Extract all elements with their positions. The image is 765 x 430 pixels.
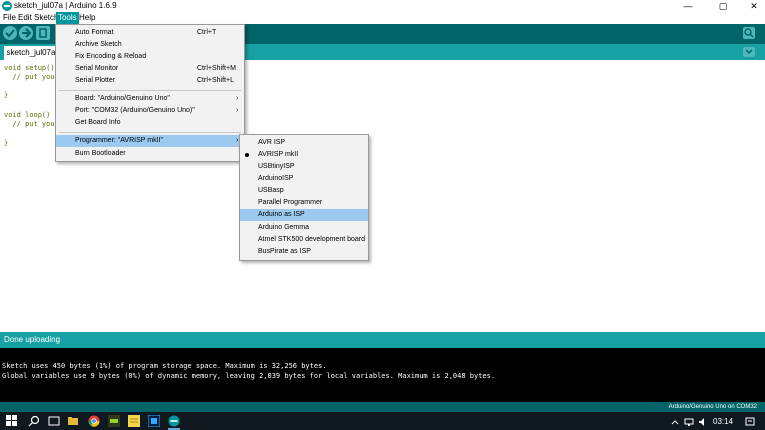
- file-explorer-icon[interactable]: [67, 415, 79, 427]
- serial-monitor-button[interactable]: [743, 27, 755, 39]
- menu-item-label: Parallel Programmer: [258, 199, 323, 206]
- photoshop-icon[interactable]: [147, 414, 161, 428]
- menu-item-label: Burn Bootloader: [75, 150, 126, 157]
- close-button[interactable]: ✕: [743, 0, 765, 12]
- arrow-right-icon: [22, 28, 32, 38]
- new-sketch-button[interactable]: [36, 26, 50, 40]
- system-tray-chevron-icon[interactable]: [670, 417, 680, 427]
- status-text: Done uploading: [4, 335, 61, 344]
- maximize-button[interactable]: ▢: [712, 0, 734, 12]
- menu-item-programmer[interactable]: Programmer: "AVRISP mkII" ›: [56, 135, 244, 147]
- programmer-option[interactable]: ArduinoISP: [240, 173, 368, 185]
- search-icon[interactable]: [28, 415, 40, 427]
- checkmark-icon: [5, 29, 15, 38]
- menu-item-label: Serial Monitor: [75, 65, 119, 72]
- tab-sketch[interactable]: sketch_jul07a: [4, 46, 58, 60]
- menu-item-label: Arduino Gemma: [258, 224, 309, 231]
- code-line: // put your: [4, 120, 59, 128]
- footer-bar: [0, 402, 765, 412]
- programmer-option-selected[interactable]: AVRISP mkII: [240, 149, 368, 161]
- window-title: sketch_jul07a | Arduino 1.6.9: [14, 1, 117, 10]
- board-port-label: Arduino/Genuino Uno on COM32: [668, 404, 757, 410]
- magnifier-icon: [744, 28, 754, 38]
- menu-item-label: Port: "COM32 (Arduino/Genuino Uno)": [75, 107, 195, 114]
- menu-tools[interactable]: Tools: [56, 12, 79, 24]
- programmer-submenu: AVR ISP AVRISP mkII USBtinyISP ArduinoIS…: [239, 134, 369, 261]
- menu-item-label: Board: "Arduino/Genuino Uno": [75, 95, 170, 102]
- menu-item-shortcut: Ctrl+Shift+M: [197, 65, 236, 72]
- submenu-arrow-icon: ›: [236, 95, 239, 102]
- task-view-icon[interactable]: [48, 415, 60, 427]
- menu-item-label: BusPirate as ISP: [258, 248, 311, 255]
- chrome-icon[interactable]: [88, 415, 100, 427]
- menu-item-label: Atmel STK500 development board: [258, 236, 366, 243]
- menu-item-serial-monitor[interactable]: Serial Monitor Ctrl+Shift+M: [56, 63, 244, 75]
- code-line: }: [4, 91, 9, 99]
- taskbar-clock[interactable]: 03:14: [713, 417, 733, 426]
- code-line: // put your: [4, 73, 59, 81]
- programmer-option[interactable]: Parallel Programmer: [240, 197, 368, 209]
- verify-button[interactable]: [3, 26, 17, 40]
- menu-item-serial-plotter[interactable]: Serial Plotter Ctrl+Shift+L: [56, 75, 244, 87]
- submenu-arrow-icon: ›: [236, 137, 239, 144]
- upload-button[interactable]: [19, 26, 33, 40]
- sticky-notes-icon[interactable]: [128, 415, 140, 427]
- programmer-option[interactable]: Atmel STK500 development board: [240, 234, 368, 246]
- submenu-arrow-icon: ›: [236, 107, 239, 114]
- console-output: Sketch uses 450 bytes (1%) of program st…: [0, 348, 765, 402]
- menu-item-shortcut: Ctrl+T: [197, 29, 217, 36]
- tools-menu: Auto Format Ctrl+T Archive Sketch Fix En…: [55, 24, 245, 162]
- new-file-icon: [39, 28, 47, 38]
- menu-item-label: Get Board Info: [75, 119, 121, 126]
- menu-item-get-board-info[interactable]: Get Board Info: [56, 117, 244, 129]
- menu-item-label: Serial Plotter: [75, 77, 116, 84]
- console-line: Global variables use 9 bytes (0%) of dyn…: [2, 372, 496, 380]
- menu-item-port[interactable]: Port: "COM32 (Arduino/Genuino Uno)" ›: [56, 105, 244, 117]
- media-encoder-icon[interactable]: [108, 415, 120, 427]
- programmer-option[interactable]: AVR ISP: [240, 137, 368, 149]
- menu-item-label: Fix Encoding & Reload: [75, 53, 147, 60]
- menu-bar: [0, 12, 765, 24]
- menu-item-fix-encoding[interactable]: Fix Encoding & Reload: [56, 51, 244, 63]
- programmer-option[interactable]: Arduino Gemma: [240, 222, 368, 234]
- menu-item-label: Archive Sketch: [75, 41, 122, 48]
- menu-item-shortcut: Ctrl+Shift+L: [197, 77, 234, 84]
- menu-item-label: Auto Format: [75, 29, 114, 36]
- radio-selected-icon: [245, 153, 249, 157]
- menu-item-label: Arduino as ISP: [258, 211, 305, 218]
- chevron-down-icon: [745, 49, 753, 55]
- arduino-logo-icon: [2, 1, 12, 11]
- tab-menu-button[interactable]: [743, 47, 755, 57]
- menu-item-board[interactable]: Board: "Arduino/Genuino Uno" ›: [56, 93, 244, 105]
- menu-item-label: Programmer: "AVRISP mkII": [75, 137, 163, 144]
- menu-item-label: ArduinoISP: [258, 175, 294, 182]
- volume-icon[interactable]: [698, 417, 708, 427]
- menu-item-label: AVRISP mkII: [258, 151, 299, 158]
- menu-item-label: AVR ISP: [258, 139, 286, 146]
- menu-separator: [59, 132, 241, 133]
- menu-item-auto-format[interactable]: Auto Format Ctrl+T: [56, 27, 244, 39]
- menu-item-burn-bootloader[interactable]: Burn Bootloader: [56, 148, 244, 160]
- status-bar: [0, 332, 765, 348]
- menu-separator: [59, 90, 241, 91]
- menu-item-label: USBtinyISP: [258, 163, 295, 170]
- windows-start-icon[interactable]: [6, 415, 18, 427]
- menu-help[interactable]: Help: [77, 12, 97, 24]
- code-line: }: [4, 139, 9, 147]
- programmer-option[interactable]: USBasp: [240, 185, 368, 197]
- programmer-option-hovered[interactable]: Arduino as ISP: [240, 209, 368, 221]
- arduino-taskbar-icon[interactable]: [168, 415, 180, 427]
- console-line: Sketch uses 450 bytes (1%) of program st…: [2, 362, 327, 370]
- menu-item-archive-sketch[interactable]: Archive Sketch: [56, 39, 244, 51]
- network-icon[interactable]: [684, 417, 694, 427]
- notifications-icon[interactable]: [745, 417, 755, 427]
- menu-item-label: USBasp: [258, 187, 284, 194]
- programmer-option[interactable]: BusPirate as ISP: [240, 246, 368, 258]
- code-line: void loop() {: [4, 111, 59, 119]
- programmer-option[interactable]: USBtinyISP: [240, 161, 368, 173]
- minimize-button[interactable]: —: [677, 0, 699, 12]
